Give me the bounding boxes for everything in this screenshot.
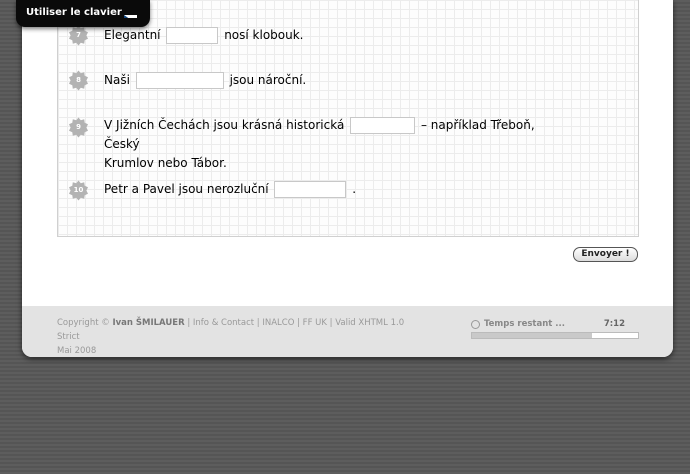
- timer-value: 7:12: [603, 319, 625, 329]
- clock-icon: [471, 320, 480, 329]
- timer-progress-bar: [471, 332, 639, 339]
- answer-input-8[interactable]: [135, 72, 224, 89]
- answer-input-7[interactable]: [166, 27, 219, 44]
- keyboard-toggle-button[interactable]: Utiliser le clavier: [16, 0, 150, 27]
- timer-label: Temps restant ...: [484, 319, 565, 329]
- question-text-before: Naši: [104, 73, 130, 87]
- question-number: 7: [76, 31, 81, 39]
- answer-input-10[interactable]: [274, 181, 347, 198]
- footer: Copyright © Ivan ŠMILAUER | Info & Conta…: [22, 306, 673, 357]
- question-text-before: Petr a Pavel jsou nerozluční: [104, 182, 269, 196]
- czech-flag-icon: [124, 9, 137, 18]
- keyboard-toggle-label: Utiliser le clavier: [26, 7, 122, 18]
- question-number-badge: 9: [68, 117, 89, 138]
- submit-button[interactable]: Envoyer !: [573, 247, 638, 262]
- footer-links[interactable]: | Info & Contact | INALCO | FF UK | Vali…: [57, 318, 404, 342]
- question-number-badge: 7: [68, 25, 89, 46]
- question-text-after: .: [352, 182, 357, 196]
- question-number-badge: 8: [68, 70, 89, 91]
- question-text-before: V Jižních Čechách jsou krásná historická: [104, 118, 345, 132]
- exercise-area: 7 Elegantní nosí klobouk. 8 Naši jsou ná…: [57, 0, 639, 237]
- copyright-prefix: Copyright ©: [57, 318, 110, 328]
- question-number: 10: [73, 186, 84, 194]
- question-text-after: nosí klobouk.: [224, 28, 304, 42]
- timer-progress-fill: [472, 333, 592, 338]
- main-panel: 7 Elegantní nosí klobouk. 8 Naši jsou ná…: [22, 0, 673, 357]
- question-number-badge: 10: [68, 180, 89, 201]
- footer-date: Mai 2008: [57, 346, 97, 356]
- question-text-after: jsou nároční.: [229, 73, 307, 87]
- question-number: 8: [76, 76, 81, 84]
- question-number: 9: [76, 123, 81, 131]
- answer-input-9[interactable]: [350, 117, 416, 134]
- question-text-before: Elegantní: [104, 28, 161, 42]
- copyright-text: Copyright © Ivan ŠMILAUER | Info & Conta…: [57, 316, 427, 357]
- author-link[interactable]: Ivan ŠMILAUER: [112, 318, 184, 328]
- question-text-continuation: Krumlov nebo Tábor.: [104, 156, 227, 170]
